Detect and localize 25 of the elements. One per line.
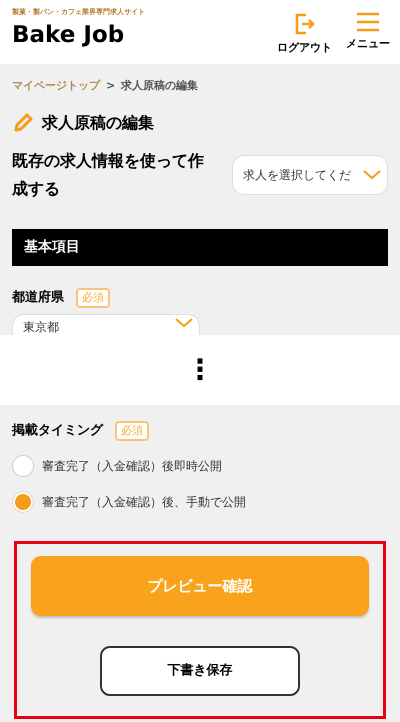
radio-button[interactable] [12, 491, 34, 513]
chevron-down-icon [363, 170, 381, 180]
prefecture-select[interactable]: 東京都 [12, 314, 200, 335]
field-label: 都道府県 [12, 288, 64, 307]
radio-option[interactable]: 審査完了（入金確認）後、手動で公開 [12, 491, 388, 513]
vertical-ellipsis: ⋮ [186, 356, 214, 384]
job-select[interactable]: 求人を選択してくだ [232, 154, 388, 194]
copy-label: 既存の求人情報を使って作成する [12, 150, 205, 200]
chevron-down-icon [175, 318, 193, 328]
required-badge: 必須 [115, 421, 149, 441]
pencil-icon [12, 112, 34, 134]
page-title: 求人原稿の編集 [42, 112, 154, 134]
breadcrumb-current: 求人原稿の編集 [121, 78, 198, 94]
menu-icon [356, 12, 380, 32]
save-draft-button[interactable]: 下書き保存 [100, 646, 300, 696]
logout-icon [294, 12, 316, 36]
required-badge: 必須 [76, 288, 110, 308]
menu-button[interactable]: メニュー [346, 12, 390, 53]
field-label: 掲載タイミング [12, 422, 103, 440]
site-logo[interactable]: Bake Job [12, 24, 145, 47]
radio-button[interactable] [12, 455, 34, 477]
radio-option[interactable]: 審査完了（入金確認）後即時公開 [12, 455, 388, 477]
breadcrumb-separator: > [106, 78, 116, 94]
section-heading: 基本項目 [12, 228, 388, 266]
logout-button[interactable]: ログアウト [277, 12, 332, 53]
